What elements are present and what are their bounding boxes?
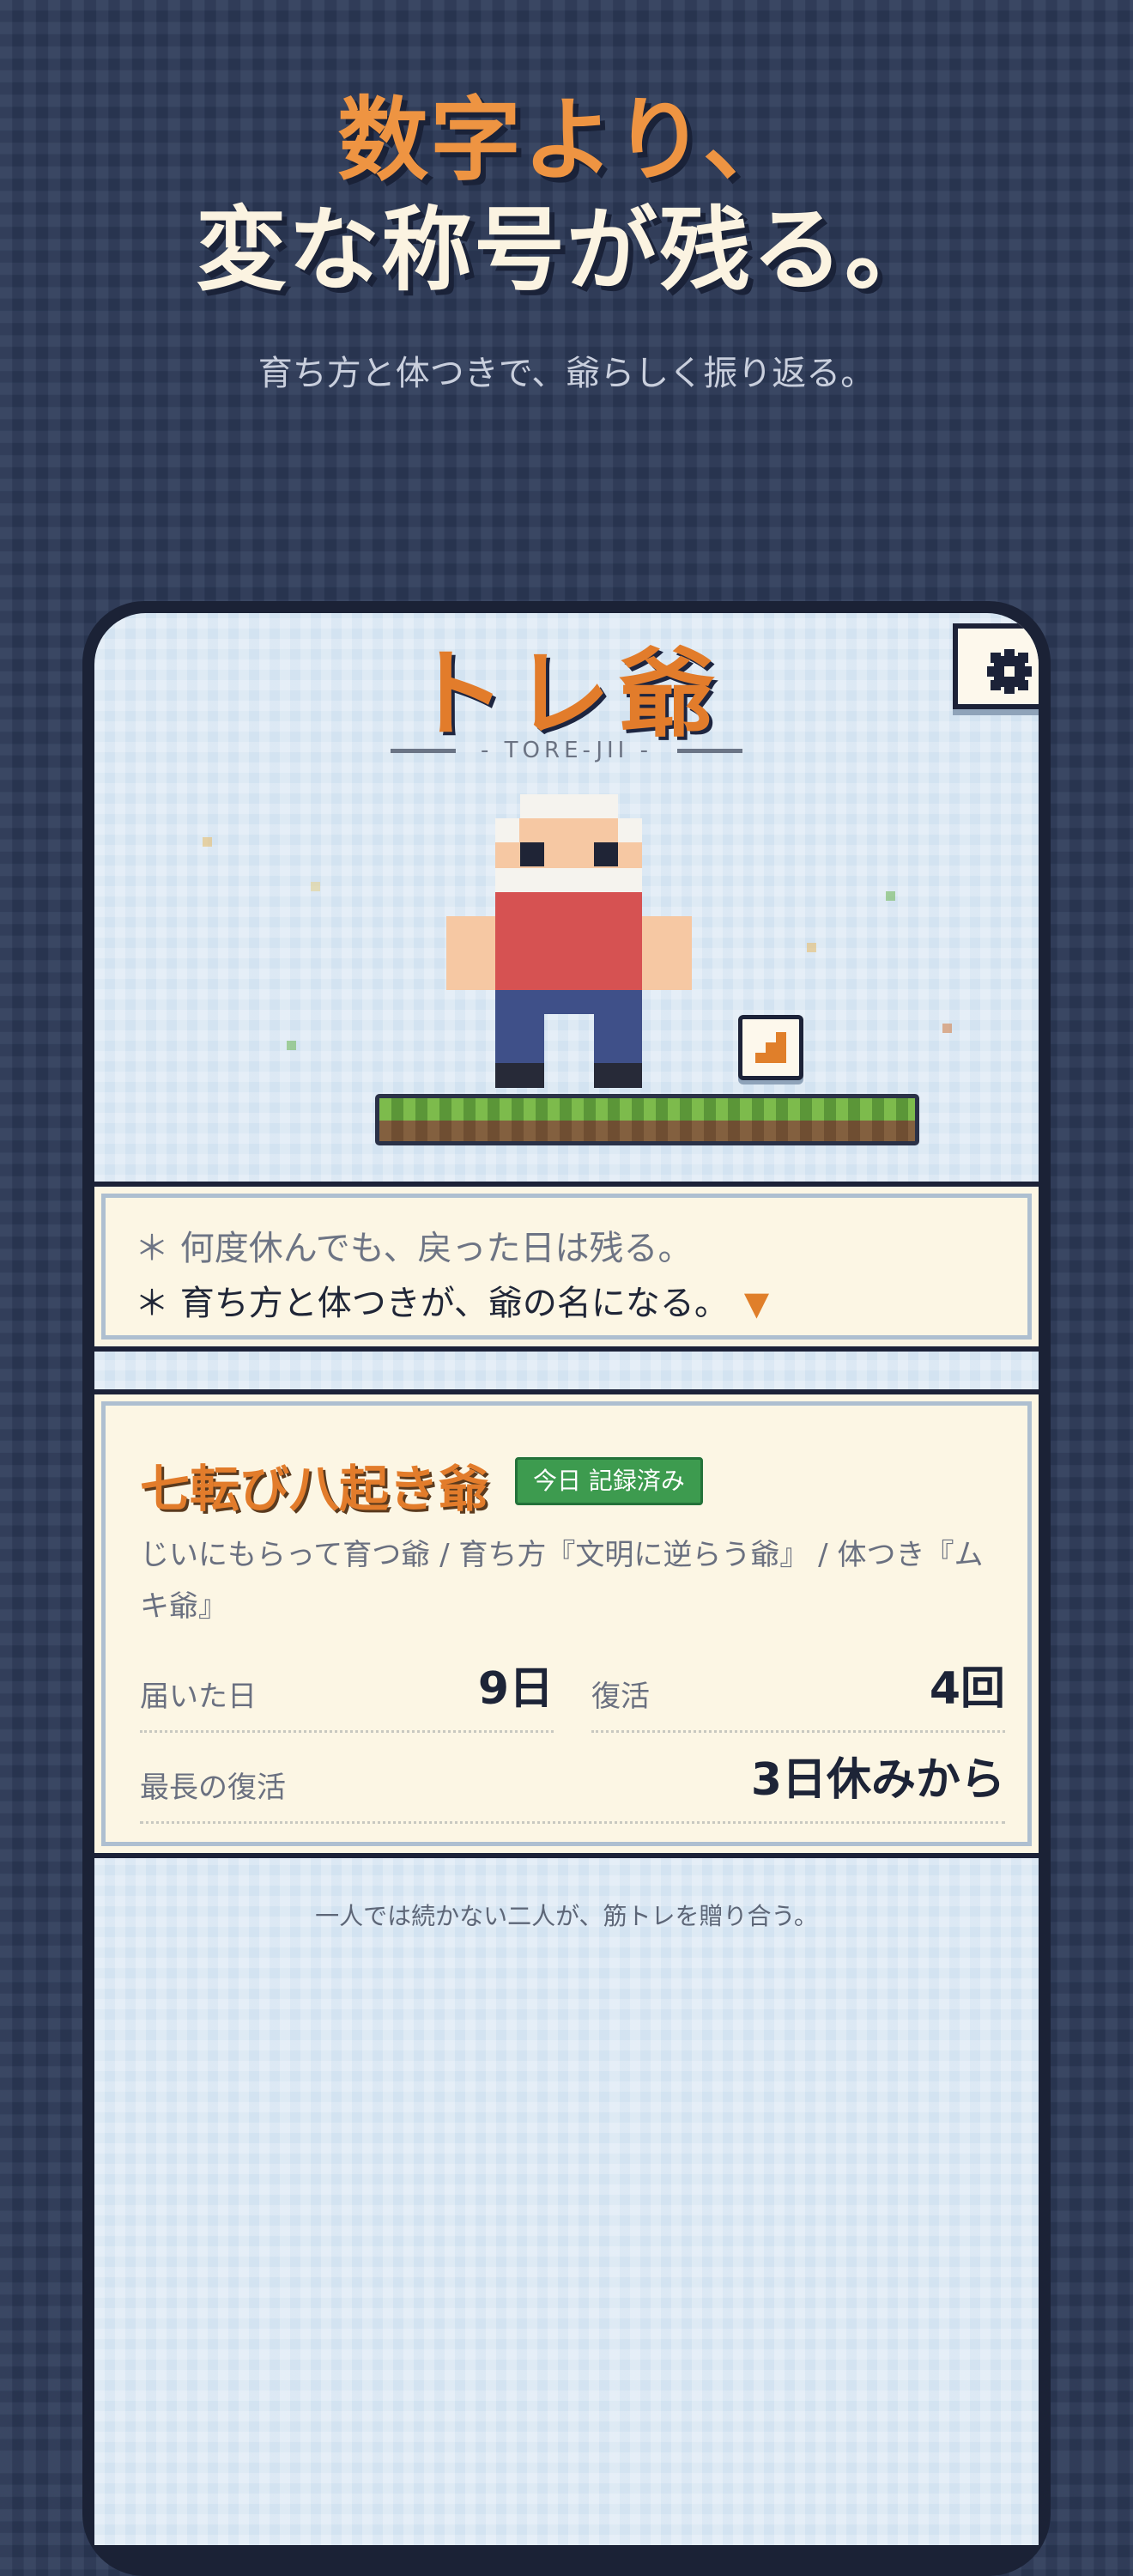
hero-subtitle: 育ち方と体つきで、爺らしく振り返る。 [258, 354, 876, 393]
sparkle-decoration [807, 943, 816, 952]
soil-base [379, 1121, 915, 1141]
gear-icon [987, 649, 1032, 694]
stat-longest-label: 最長の復活 [140, 1771, 286, 1805]
sparkle-decoration [886, 891, 895, 901]
grandpa-character [446, 794, 692, 1088]
sparkle-decoration [287, 1041, 296, 1050]
dialog-line-1: ＊ 何度休んでも、戻った日は残る。 [135, 1229, 693, 1268]
subtitle-dash-left [391, 749, 456, 753]
hero-headline-line2: 変な称号が残る。 [196, 197, 937, 303]
grass-platform [375, 1094, 919, 1145]
grandpa-description: じいにもらって育つ爺 / 育ち方『文明に逆らう爺』 / 体つき『ムキ爺』 [140, 1538, 984, 1624]
stat-revival: 復活 4回 [591, 1660, 1005, 1733]
title-card-frame: 七転び八起き爺 今日 記録済み じいにもらって育つ爺 / 育ち方『文明に逆らう爺… [101, 1401, 1032, 1846]
sparkle-decoration [203, 837, 212, 847]
stairs-icon [755, 1032, 786, 1063]
app-screen: トレ爺 - TORE-JII - ＊ 何度休んでも、戻った日は残る。 ＊ 育ち方… [94, 613, 1039, 2545]
app-subtitle-row: - TORE-JII - [391, 733, 742, 768]
message-dialog-frame: ＊ 何度休んでも、戻った日は残る。 ＊ 育ち方と体つきが、爺の名になる。 ▼ [101, 1194, 1032, 1340]
dialog-line-2-text: ＊ 育ち方と体つきが、爺の名になる。 [135, 1284, 729, 1323]
advance-cursor-icon: ▼ [743, 1285, 770, 1322]
title-card: 七転び八起き爺 今日 記録済み じいにもらって育つ爺 / 育ち方『文明に逆らう爺… [94, 1389, 1039, 1858]
sparkle-decoration [942, 1024, 952, 1033]
settings-button[interactable] [953, 623, 1039, 709]
grandpa-title: 七転び八起き爺 [140, 1460, 489, 1518]
stat-revival-label: 復活 [591, 1680, 650, 1714]
stat-longest-value: 3日休みから [750, 1754, 1005, 1806]
stat-longest-revival: 最長の復活 3日休みから [140, 1751, 1005, 1824]
message-dialog[interactable]: ＊ 何度休んでも、戻った日は残る。 ＊ 育ち方と体つきが、爺の名になる。 ▼ [94, 1182, 1039, 1352]
stat-days-label: 届いた日 [140, 1680, 257, 1714]
subtitle-dash-right [677, 749, 742, 753]
hero-headline-line1: 数字より、 [337, 88, 796, 193]
stat-revival-value: 4回 [929, 1663, 1005, 1715]
app-subtitle: - TORE-JII - [481, 738, 652, 763]
stat-days-value: 9日 [477, 1663, 554, 1715]
footer-note: 一人では続かない二人が、筋トレを贈り合う。 [315, 1902, 818, 1930]
phone-frame: トレ爺 - TORE-JII - ＊ 何度休んでも、戻った日は残る。 ＊ 育ち方… [82, 601, 1051, 2576]
sparkle-decoration [311, 882, 320, 891]
dialog-line-2: ＊ 育ち方と体つきが、爺の名になる。 ▼ [135, 1275, 769, 1325]
grass-top [379, 1098, 915, 1121]
recorded-today-badge: 今日 記録済み [515, 1457, 703, 1505]
hero-section: 数字より、 変な称号が残る。 育ち方と体つきで、爺らしく振り返る。 [0, 86, 1133, 395]
stat-days-reached: 届いた日 9日 [140, 1660, 554, 1733]
stairs-button[interactable] [738, 1015, 803, 1080]
